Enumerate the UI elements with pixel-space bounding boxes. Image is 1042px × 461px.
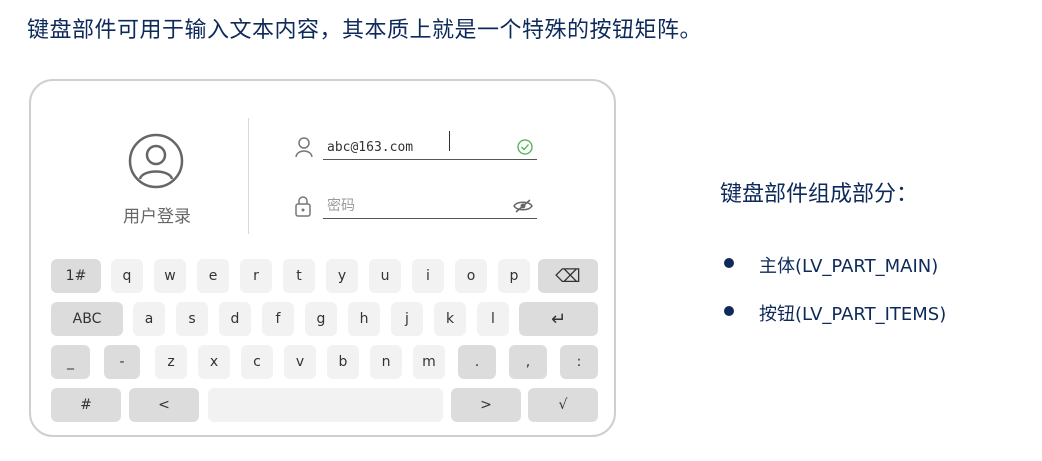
component-items: 按钮(LV_PART_ITEMS) [759,304,947,325]
password-placeholder: 密码 [327,198,355,214]
key-period[interactable]: . [458,345,496,379]
key-ok[interactable]: √ [528,388,598,422]
key-f[interactable]: f [262,302,294,336]
key-u[interactable]: u [369,259,401,293]
email-value: abc@163.com [327,140,414,155]
key-a[interactable]: a [133,302,165,336]
login-panel: 用户登录 abc@163.com 密码 1# q w e r t y u i o… [29,79,616,437]
key-o[interactable]: o [455,259,487,293]
email-field[interactable]: abc@163.com [323,131,537,160]
check-circle-icon [517,139,533,155]
key-m[interactable]: m [413,345,445,379]
key-q[interactable]: q [111,259,143,293]
bullet-icon [724,306,734,316]
key-p[interactable]: p [498,259,530,293]
eye-hidden-icon[interactable] [513,198,533,214]
key-d[interactable]: d [219,302,251,336]
lock-icon [295,196,311,217]
key-l[interactable]: l [477,302,509,336]
key-symbols[interactable]: 1# [51,259,101,293]
key-underscore[interactable]: _ [51,345,90,379]
key-n[interactable]: n [370,345,402,379]
key-b[interactable]: b [327,345,359,379]
key-g[interactable]: g [305,302,337,336]
key-left[interactable]: < [129,388,199,422]
component-main: 主体(LV_PART_MAIN) [759,256,939,277]
key-colon[interactable]: : [560,345,598,379]
key-t[interactable]: t [283,259,315,293]
key-e[interactable]: e [197,259,229,293]
key-w[interactable]: w [154,259,186,293]
key-j[interactable]: j [391,302,423,336]
key-enter[interactable]: ↵ [519,302,598,336]
key-backspace[interactable]: ⌫ [538,259,598,293]
key-right[interactable]: > [451,388,521,422]
key-x[interactable]: x [198,345,230,379]
user-circle-icon [128,133,184,189]
key-y[interactable]: y [326,259,358,293]
key-v[interactable]: v [284,345,316,379]
key-c[interactable]: c [241,345,273,379]
key-abc[interactable]: ABC [51,302,123,336]
key-h[interactable]: h [348,302,380,336]
key-space[interactable] [208,388,443,422]
key-s[interactable]: s [176,302,208,336]
components-title: 键盘部件组成部分： [720,182,919,207]
divider [248,118,249,234]
page-heading: 键盘部件可用于输入文本内容，其本质上就是一个特殊的按钮矩阵。 [27,18,703,43]
key-comma[interactable]: , [509,345,547,379]
key-i[interactable]: i [412,259,444,293]
key-hash[interactable]: # [51,388,121,422]
key-z[interactable]: z [155,345,187,379]
key-r[interactable]: r [240,259,272,293]
login-title: 用户登录 [123,207,191,227]
key-hyphen[interactable]: - [104,345,140,379]
password-field[interactable]: 密码 [323,194,537,219]
user-icon [295,137,313,158]
key-k[interactable]: k [434,302,466,336]
text-cursor [449,131,450,151]
bullet-icon [724,258,734,268]
